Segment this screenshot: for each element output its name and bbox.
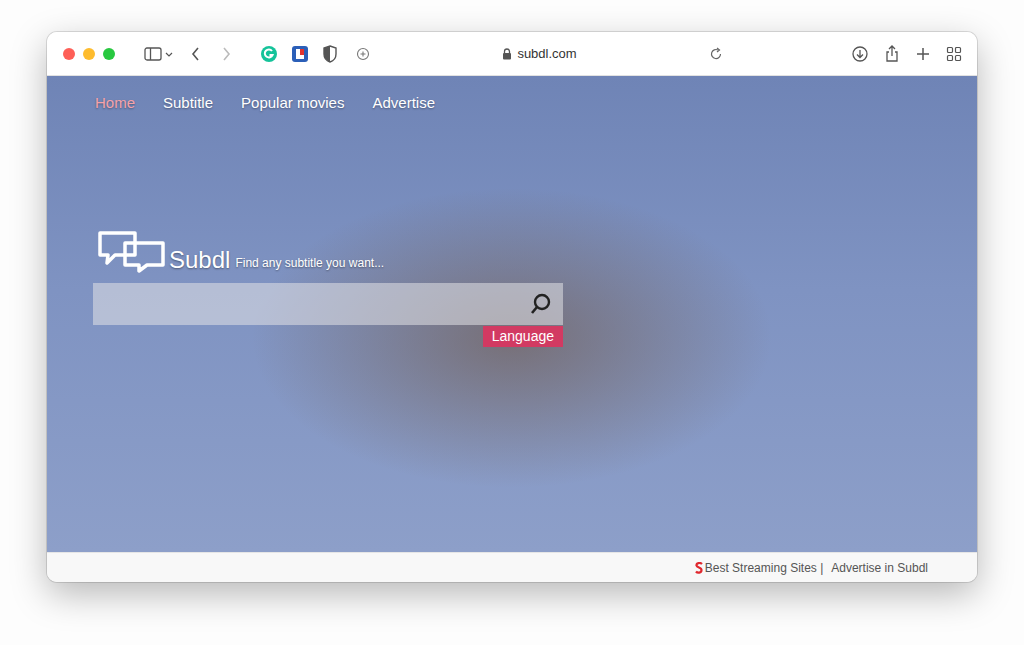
footer-link[interactable]: Advertise in Subdl: [831, 561, 928, 575]
minimize-button[interactable]: [83, 48, 95, 60]
brand-name: Subdl: [169, 248, 230, 272]
add-circle-icon[interactable]: [356, 47, 370, 61]
tagline: Find any subtitle you want...: [235, 256, 384, 270]
nav-item[interactable]: Subtitle: [163, 94, 213, 111]
extension-icon[interactable]: [291, 45, 309, 63]
search-bar: [93, 283, 563, 325]
url-text: subdl.com: [517, 46, 576, 61]
search-panel: Subdl Find any subtitle you want... Lang…: [93, 229, 563, 347]
grammarly-icon[interactable]: [260, 45, 278, 63]
sidebar-icon[interactable]: [144, 46, 174, 62]
lock-icon: [502, 48, 512, 60]
brand: Subdl Find any subtitle you want...: [93, 229, 563, 273]
toolbar-actions: [851, 45, 962, 63]
new-tab-icon[interactable]: [915, 46, 931, 62]
streaming-logo-icon: [695, 562, 703, 574]
desktop: subdl.com Home Subtitle Popular movies Adve…: [0, 0, 1024, 645]
language-button[interactable]: Language: [483, 326, 563, 347]
shield-icon[interactable]: [322, 45, 338, 63]
nav-item[interactable]: Popular movies: [241, 94, 344, 111]
tab-overview-icon[interactable]: [946, 46, 962, 62]
site-nav: Home Subtitle Popular movies Advertise: [93, 94, 977, 111]
close-button[interactable]: [63, 48, 75, 60]
browser-window: subdl.com Home Subtitle Popular movies Adve…: [47, 32, 977, 582]
nav-item[interactable]: Home: [95, 94, 135, 111]
site-footer: Best Streaming Sites | Advertise in Subd…: [47, 552, 977, 582]
nav-item[interactable]: Advertise: [372, 94, 435, 111]
footer-link[interactable]: Best Streaming Sites |: [695, 561, 824, 575]
window-controls: [63, 48, 115, 60]
download-icon[interactable]: [851, 45, 869, 63]
browser-toolbar: subdl.com: [47, 32, 977, 76]
search-icon[interactable]: [529, 292, 553, 316]
zoom-button[interactable]: [103, 48, 115, 60]
logo-icon: [97, 229, 167, 273]
share-icon[interactable]: [884, 45, 900, 63]
reload-icon[interactable]: [709, 47, 723, 61]
address-bar[interactable]: subdl.com: [352, 41, 727, 67]
back-icon[interactable]: [190, 46, 202, 62]
url: subdl.com: [378, 46, 701, 61]
hero-photo: Home Subtitle Popular movies Advertise Subd…: [47, 76, 977, 552]
search-input[interactable]: [93, 283, 529, 325]
language-row: Language: [93, 326, 563, 347]
forward-icon[interactable]: [220, 46, 232, 62]
